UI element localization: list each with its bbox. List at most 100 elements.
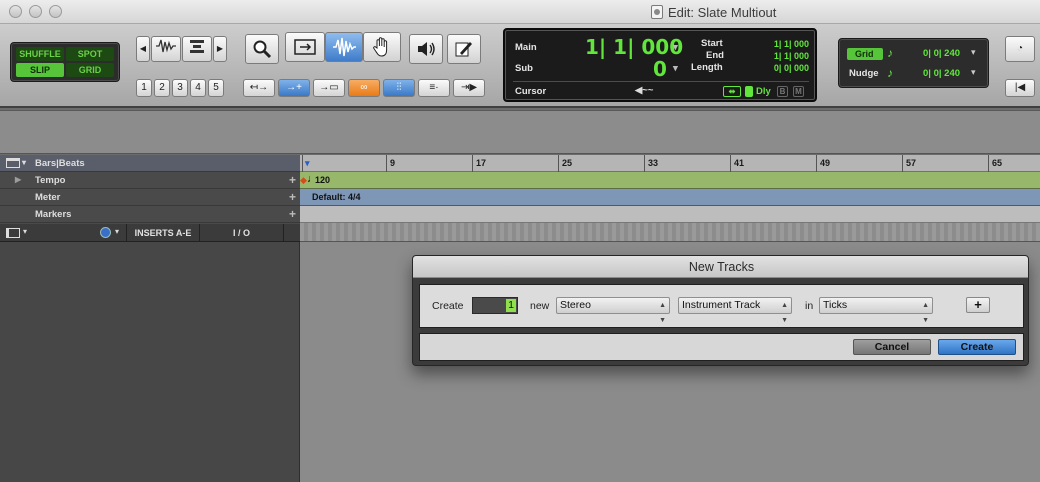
track-list-area[interactable] <box>0 242 300 482</box>
tempo-marker-icon[interactable]: ◆ <box>300 175 307 186</box>
bars-beats-ruler-label[interactable]: ▾ Bars|Beats <box>0 155 300 172</box>
grid-note-icon: ♪ <box>887 46 893 60</box>
track-view-icon[interactable] <box>6 228 20 238</box>
grid-mode-button[interactable]: GRID <box>66 63 114 77</box>
add-track-row-button[interactable]: + <box>966 297 990 313</box>
track-view-dropdown-icon[interactable]: ▾ <box>23 227 27 236</box>
bar-tick: 33 <box>644 155 658 172</box>
transport-clock-icon[interactable]: ◔ <box>1005 36 1035 62</box>
tab-to-transients-icon[interactable]: →+ <box>278 79 310 97</box>
add-meter-icon[interactable]: + <box>289 190 296 204</box>
ruler-menu-icon[interactable] <box>6 158 20 168</box>
zoomer-tool-icon[interactable] <box>245 34 279 64</box>
close-window-button[interactable] <box>9 5 22 18</box>
bar-tick: 25 <box>558 155 572 172</box>
trim-tool-icon[interactable] <box>285 32 325 62</box>
pencil-tool-icon[interactable] <box>447 34 481 64</box>
scrubber-tool-icon[interactable] <box>409 34 443 64</box>
sub-counter-value[interactable]: 0 <box>653 57 667 81</box>
spot-mode-button[interactable]: SPOT <box>66 47 114 61</box>
pre-post-roll-icon[interactable]: ⇹ <box>723 86 741 97</box>
selector-tool-icon[interactable] <box>325 32 363 62</box>
main-counter-dropdown-icon[interactable]: ▾ <box>673 42 678 53</box>
nudge-dropdown-icon[interactable]: ▾ <box>971 67 976 78</box>
expand-triangle-icon[interactable]: ▶ <box>15 175 21 184</box>
zoom-window-button[interactable] <box>49 5 62 18</box>
track-count-field[interactable]: 1 <box>472 297 518 314</box>
automation-follows-edit-icon[interactable]: ∞ <box>348 79 380 97</box>
channel-format-select[interactable]: Stereo ▲ ▼ <box>556 297 670 324</box>
meter-value[interactable]: Default: 4/4 <box>312 192 361 202</box>
bar-number: 41 <box>734 158 745 168</box>
minimize-window-button[interactable] <box>29 5 42 18</box>
length-value[interactable]: 0| 0| 000 <box>745 63 809 73</box>
insertion-follows-playback-icon[interactable]: ≡· <box>418 79 450 97</box>
trim-bracket-icon <box>294 39 316 55</box>
link-timeline-edit-selection-icon[interactable]: ⇥▶ <box>453 79 485 97</box>
bar-tick: 9 <box>386 155 395 172</box>
bar-number: 25 <box>562 158 573 168</box>
nudge-value[interactable]: 0| 0| 240 <box>923 68 960 79</box>
zoom-preset-5[interactable]: 5 <box>208 79 224 97</box>
bar-number: 49 <box>820 158 831 168</box>
delay-label[interactable]: Dly <box>756 86 771 97</box>
zoom-preset-4[interactable]: 4 <box>190 79 206 97</box>
grid-nudge-panel: Grid ♪ 0| 0| 240 ▾ Nudge ♪ 0| 0| 240 ▾ <box>838 38 989 88</box>
add-tempo-icon[interactable]: + <box>289 173 296 187</box>
main-counter-value[interactable]: 1| 1| 000 <box>585 35 683 59</box>
tempo-value[interactable]: 120 <box>315 175 330 185</box>
midi-zoom-icon[interactable] <box>182 36 212 62</box>
timebase-clock-icon[interactable] <box>100 227 111 238</box>
sub-counter-dropdown-icon[interactable]: ▾ <box>673 63 678 74</box>
grid-dropdown-icon[interactable]: ▾ <box>971 47 976 58</box>
shuffle-mode-button[interactable]: SHUFFLE <box>16 47 64 61</box>
markers-ruler-label[interactable]: Markers + <box>0 206 300 223</box>
cancel-button[interactable]: Cancel <box>853 339 931 355</box>
zoom-preset-1[interactable]: 1 <box>136 79 152 97</box>
window-title: Edit: Slate Multiout <box>668 5 777 20</box>
bar-tick: 65 <box>988 155 1002 172</box>
waveform-zoom-icon[interactable] <box>151 36 181 62</box>
pencil-icon <box>455 42 472 57</box>
length-label: Length <box>691 62 723 73</box>
zoom-preset-2[interactable]: 2 <box>154 79 170 97</box>
tempo-ruler-label[interactable]: ▶ Tempo + <box>0 172 300 189</box>
bars-beats-ruler[interactable]: ▾ 9 17 25 33 41 49 57 65 <box>300 155 1040 172</box>
io-column-header[interactable]: I / O <box>200 224 284 242</box>
mirror-midi-icon[interactable]: →▭ <box>313 79 345 97</box>
dialog-title: New Tracks <box>413 256 1028 278</box>
midi-notes-icon <box>190 40 204 53</box>
link-track-edit-selection-icon[interactable]: ⫶⫶ <box>383 79 415 97</box>
zoom-in-arrow-icon[interactable]: ▶ <box>213 36 227 62</box>
zoom-out-arrow-icon[interactable]: ◀ <box>136 36 150 62</box>
add-marker-icon[interactable]: + <box>289 207 296 221</box>
grid-label[interactable]: Grid <box>847 48 883 60</box>
grabber-tool-icon[interactable] <box>363 32 401 62</box>
timebase-dropdown-icon[interactable]: ▾ <box>115 227 119 236</box>
start-value[interactable]: 1| 1| 000 <box>745 39 809 49</box>
delay-compensation-icon <box>745 86 753 97</box>
in-label: in <box>805 300 814 312</box>
slip-mode-button[interactable]: SLIP <box>16 63 64 77</box>
nudge-label: Nudge <box>849 68 879 79</box>
return-to-zero-icon[interactable]: |◀ <box>1005 79 1035 97</box>
zoom-toggle-icon[interactable]: ↤→ <box>243 79 275 97</box>
meter-label: Meter <box>35 192 61 203</box>
document-icon <box>651 5 663 19</box>
markers-ruler[interactable] <box>300 206 1040 223</box>
inserts-column-header[interactable]: INSERTS A-E <box>126 224 200 242</box>
ruler-dropdown-icon[interactable]: ▾ <box>22 158 26 167</box>
grid-value[interactable]: 0| 0| 240 <box>923 48 960 59</box>
b-indicator[interactable]: B <box>777 86 788 97</box>
meter-ruler[interactable]: Default: 4/4 <box>300 189 1040 206</box>
meter-ruler-label[interactable]: Meter + <box>0 189 300 206</box>
bar-tick: 57 <box>902 155 916 172</box>
track-type-select[interactable]: Instrument Track ▲ ▼ <box>678 297 792 324</box>
end-value[interactable]: 1| 1| 000 <box>745 51 809 61</box>
start-label: Start <box>701 38 723 49</box>
m-indicator[interactable]: M <box>793 86 804 97</box>
timebase-select[interactable]: Ticks ▲ ▼ <box>819 297 933 324</box>
zoom-preset-3[interactable]: 3 <box>172 79 188 97</box>
create-button[interactable]: Create <box>938 339 1016 355</box>
tempo-ruler[interactable]: ◆ ♩ 120 <box>300 172 1040 189</box>
